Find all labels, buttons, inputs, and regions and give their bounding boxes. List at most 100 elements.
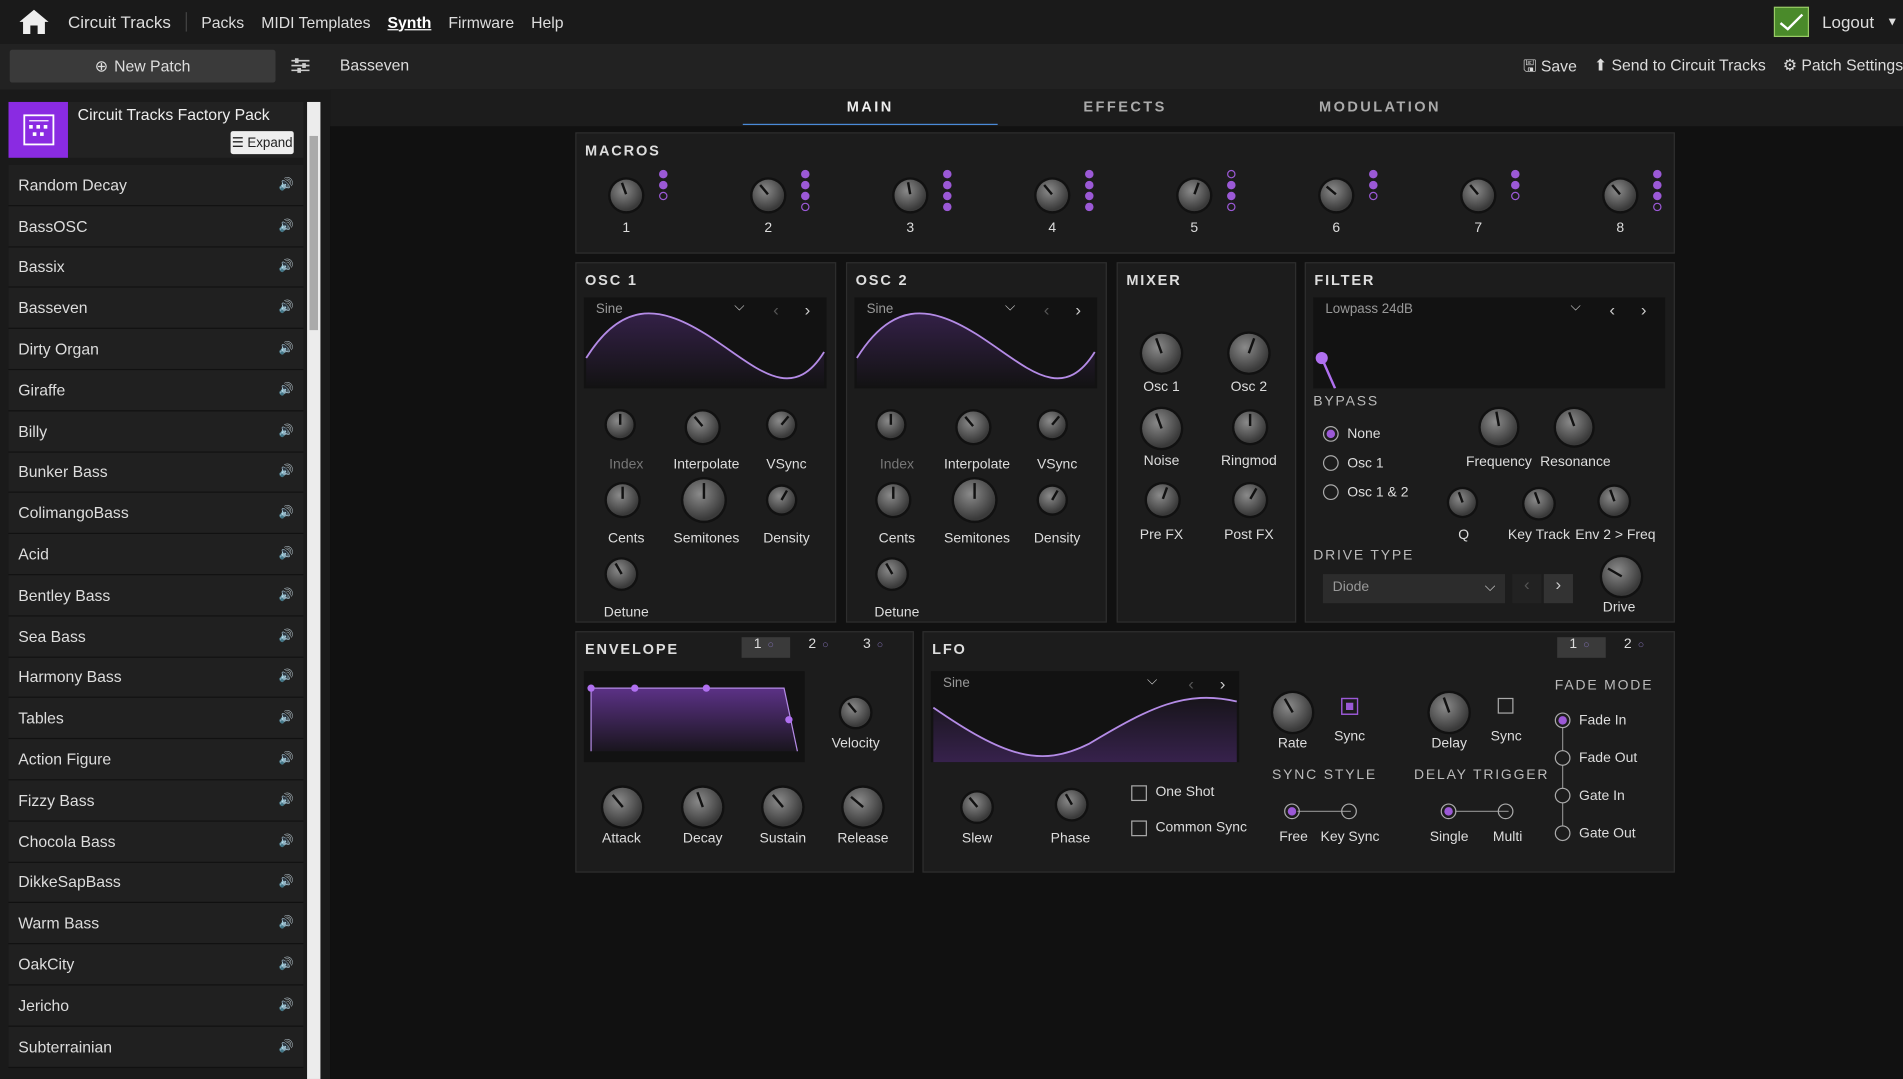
speaker-icon[interactable]: 🔊 [279,219,294,232]
next-icon[interactable]: › [805,300,811,319]
lfo-delay-knob[interactable] [1429,693,1469,732]
new-patch-button[interactable]: ⊕ New Patch [9,49,276,83]
envelope-sustain-knob[interactable] [763,787,803,827]
speaker-icon[interactable]: 🔊 [279,671,294,684]
patch-list-item[interactable]: Jericho 🔊 [8,985,304,1027]
lfo-rate-knob[interactable] [1273,693,1313,732]
lfo-tab-2[interactable]: 2 ○ [1612,637,1661,658]
bypass-radio-osc-1[interactable] [1322,455,1339,471]
envelope-attack-knob[interactable] [603,787,643,827]
patch-list-item[interactable]: Billy 🔊 [8,411,304,453]
chevron-down-icon[interactable]: ⌵ [1005,300,1015,316]
filter-drive-knob[interactable] [1602,557,1641,596]
macro-knob-4[interactable] [1036,179,1069,212]
prev-icon[interactable]: ‹ [1512,574,1542,604]
brand-link[interactable]: Circuit Tracks [68,12,187,32]
osc1-semitones-knob[interactable] [683,479,725,521]
macro-knob-8[interactable] [1604,179,1637,212]
expand-button[interactable]: ☰ Expand [230,131,294,155]
sidebar-scrollbar[interactable] [307,101,321,1079]
patch-list-item[interactable]: Bunker Bass 🔊 [8,452,304,494]
mixer-pre-fx-knob[interactable] [1146,484,1179,516]
waveform-select[interactable]: Sine [867,302,894,317]
mixer-post-fx-knob[interactable] [1234,484,1266,516]
lfo-waveform-select[interactable]: Sine [943,676,970,691]
home-icon[interactable] [0,0,68,44]
osc2-cents-knob[interactable] [877,484,910,516]
patch-list-item[interactable]: Chocola Bass 🔊 [8,821,304,863]
osc1-cents-knob[interactable] [606,484,639,516]
tab-modulation[interactable]: MODULATION [1253,98,1508,115]
mixer-osc-2-knob[interactable] [1229,333,1269,373]
one-shot-checkbox[interactable] [1131,785,1147,802]
speaker-icon[interactable]: 🔊 [279,835,294,848]
lfo-slew-knob[interactable] [962,792,992,822]
osc1-index-knob[interactable] [606,411,634,439]
envelope-decay-knob[interactable] [683,787,723,827]
speaker-icon[interactable]: 🔊 [279,958,294,971]
speaker-icon[interactable]: 🔊 [279,999,294,1012]
osc2-density-knob[interactable] [1038,486,1066,514]
envelope-tab-3[interactable]: 3 ○ [851,637,900,658]
speaker-icon[interactable]: 🔊 [279,465,294,478]
macro-knob-6[interactable] [1320,179,1353,212]
patch-list-item[interactable]: Giraffe 🔊 [8,370,304,412]
patch-list-item[interactable]: Acid 🔊 [8,534,304,576]
nav-firmware[interactable]: Firmware [448,13,514,31]
tab-main[interactable]: MAIN [742,98,998,126]
patch-list-item[interactable]: Tables 🔊 [8,698,304,740]
filter-frequency-knob[interactable] [1480,409,1518,446]
lfo-tab-1[interactable]: 1 ○ [1557,637,1606,658]
fade-mode-radio-gate-out[interactable] [1554,825,1571,842]
macro-knob-2[interactable] [752,179,785,212]
speaker-icon[interactable]: 🔊 [279,260,294,273]
logout-button[interactable]: Logout ▼ [1774,0,1903,44]
patch-list-item[interactable]: OakCity 🔊 [8,944,304,986]
speaker-icon[interactable]: 🔊 [279,547,294,560]
bypass-radio-osc-1-2[interactable] [1322,484,1339,501]
sync-style-radio-free[interactable] [1284,803,1300,820]
osc2-index-knob[interactable] [877,411,905,439]
envelope-tab-2[interactable]: 2 ○ [796,637,845,658]
chevron-down-icon[interactable]: ⌵ [1147,674,1157,690]
mixer-noise-knob[interactable] [1142,409,1181,448]
patch-settings-button[interactable]: ⚙ Patch Settings [1783,56,1903,83]
macro-knob-1[interactable] [610,179,643,212]
speaker-icon[interactable]: 🔊 [279,383,294,396]
envelope-release-knob[interactable] [843,787,883,827]
speaker-icon[interactable]: 🔊 [279,1040,294,1053]
drive-type-select[interactable]: Diode ⌵ [1322,574,1505,604]
osc1-detune-knob[interactable] [606,559,636,589]
patch-list-item[interactable]: DikkeSapBass 🔊 [8,862,304,904]
lfo-rate-sync-checkbox[interactable] [1341,697,1359,715]
patch-list-item[interactable]: Basseven 🔊 [8,288,304,330]
waveform-select[interactable]: Sine [596,302,623,317]
filter-q-knob[interactable] [1449,489,1476,516]
tab-effects[interactable]: EFFECTS [998,98,1253,115]
speaker-icon[interactable]: 🔊 [279,917,294,930]
send-to-device-button[interactable]: ⬆ Send to Circuit Tracks [1594,56,1766,83]
save-button[interactable]: 🖫 Save [1523,56,1577,83]
speaker-icon[interactable]: 🔊 [279,506,294,519]
filter-key-track-knob[interactable] [1524,489,1554,519]
speaker-icon[interactable]: 🔊 [279,588,294,601]
next-icon[interactable]: › [1220,674,1226,693]
common-sync-checkbox[interactable] [1131,820,1147,837]
speaker-icon[interactable]: 🔊 [279,794,294,807]
speaker-icon[interactable]: 🔊 [279,753,294,766]
patch-list-item[interactable]: Sea Bass 🔊 [8,616,304,658]
patch-list-item[interactable]: Bassix 🔊 [8,247,304,289]
lfo-delay-sync-checkbox[interactable] [1497,697,1514,714]
nav-packs[interactable]: Packs [201,13,244,31]
patch-list-item[interactable]: Warm Bass 🔊 [8,903,304,945]
mixer-osc-1-knob[interactable] [1142,333,1181,373]
delay-trigger-radio-single[interactable] [1440,803,1457,820]
speaker-icon[interactable]: 🔊 [279,301,294,314]
envelope-velocity-knob[interactable] [841,697,871,728]
patch-list-item[interactable]: Action Figure 🔊 [8,739,304,781]
chevron-down-icon[interactable]: ⌵ [1571,300,1581,316]
sync-style-radio-key-sync[interactable] [1341,803,1357,820]
fade-mode-radio-gate-in[interactable] [1554,787,1571,804]
prev-icon[interactable]: ‹ [773,300,779,319]
patch-list-item[interactable]: ColimangoBass 🔊 [8,493,304,535]
